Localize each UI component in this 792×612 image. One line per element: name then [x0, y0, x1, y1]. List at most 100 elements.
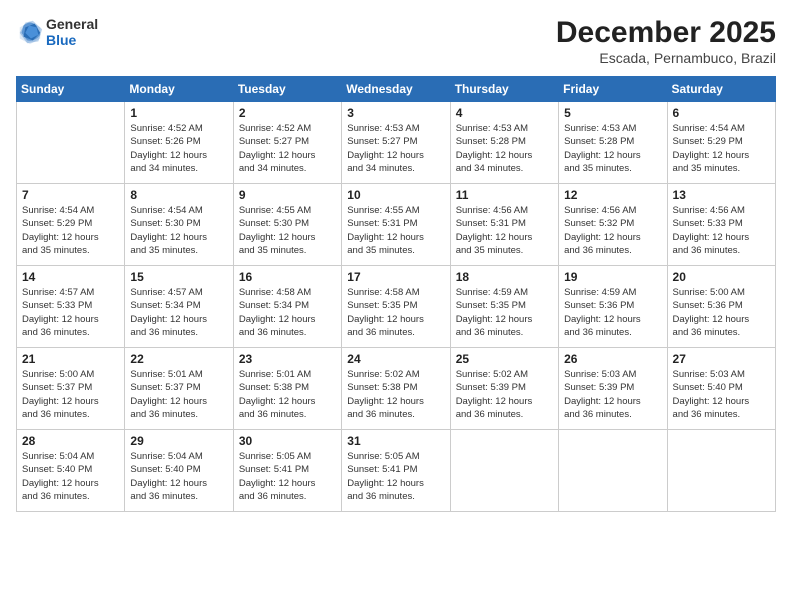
calendar-cell: 24 Sunrise: 5:02 AM Sunset: 5:38 PM Dayli…: [342, 348, 450, 430]
calendar-cell: 8 Sunrise: 4:54 AM Sunset: 5:30 PM Daylig…: [125, 184, 233, 266]
week-row-1: 1Sunrise: 4:52 AM Sunset: 5:26 PM Daylig…: [17, 102, 776, 184]
day-info: Sunrise: 4:54 AM Sunset: 5:30 PM Dayligh…: [130, 204, 227, 257]
day-info: Sunrise: 4:59 AM Sunset: 5:35 PM Dayligh…: [456, 286, 553, 339]
calendar-cell: [17, 102, 125, 184]
day-info: Sunrise: 4:52 AM Sunset: 5:27 PM Dayligh…: [239, 122, 336, 175]
day-info: Sunrise: 4:53 AM Sunset: 5:28 PM Dayligh…: [564, 122, 661, 175]
day-info: Sunrise: 4:56 AM Sunset: 5:31 PM Dayligh…: [456, 204, 553, 257]
day-number: 20: [673, 270, 770, 284]
day-info: Sunrise: 4:53 AM Sunset: 5:28 PM Dayligh…: [456, 122, 553, 175]
day-number: 29: [130, 434, 227, 448]
logo-text: General Blue: [46, 16, 98, 48]
calendar-cell: 30Sunrise: 5:05 AM Sunset: 5:41 PM Dayli…: [233, 430, 341, 512]
day-number: 3: [347, 106, 444, 120]
calendar-cell: 7 Sunrise: 4:54 AM Sunset: 5:29 PM Daylig…: [17, 184, 125, 266]
day-number: 25: [456, 352, 553, 366]
day-number: 6: [673, 106, 770, 120]
day-number: 19: [564, 270, 661, 284]
day-number: 9: [239, 188, 336, 202]
week-row-5: 28 Sunrise: 5:04 AM Sunset: 5:40 PM Dayli…: [17, 430, 776, 512]
day-number: 17: [347, 270, 444, 284]
calendar-cell: 18 Sunrise: 4:59 AM Sunset: 5:35 PM Dayli…: [450, 266, 558, 348]
calendar-cell: 20 Sunrise: 5:00 AM Sunset: 5:36 PM Dayli…: [667, 266, 775, 348]
day-info: Sunrise: 5:00 AM Sunset: 5:36 PM Dayligh…: [673, 286, 770, 339]
col-friday: Friday: [559, 77, 667, 102]
calendar-cell: 27Sunrise: 5:03 AM Sunset: 5:40 PM Dayli…: [667, 348, 775, 430]
day-number: 28: [22, 434, 119, 448]
calendar-cell: 10Sunrise: 4:55 AM Sunset: 5:31 PM Dayli…: [342, 184, 450, 266]
day-info: Sunrise: 5:01 AM Sunset: 5:37 PM Dayligh…: [130, 368, 227, 421]
col-sunday: Sunday: [17, 77, 125, 102]
day-number: 8: [130, 188, 227, 202]
day-number: 5: [564, 106, 661, 120]
calendar-cell: 6 Sunrise: 4:54 AM Sunset: 5:29 PM Daylig…: [667, 102, 775, 184]
day-info: Sunrise: 4:56 AM Sunset: 5:32 PM Dayligh…: [564, 204, 661, 257]
col-tuesday: Tuesday: [233, 77, 341, 102]
day-number: 13: [673, 188, 770, 202]
day-number: 4: [456, 106, 553, 120]
calendar-cell: 16Sunrise: 4:58 AM Sunset: 5:34 PM Dayli…: [233, 266, 341, 348]
day-info: Sunrise: 4:54 AM Sunset: 5:29 PM Dayligh…: [673, 122, 770, 175]
calendar-cell: 17 Sunrise: 4:58 AM Sunset: 5:35 PM Dayli…: [342, 266, 450, 348]
calendar-cell: 2 Sunrise: 4:52 AM Sunset: 5:27 PM Daylig…: [233, 102, 341, 184]
col-wednesday: Wednesday: [342, 77, 450, 102]
day-info: Sunrise: 4:55 AM Sunset: 5:30 PM Dayligh…: [239, 204, 336, 257]
day-number: 22: [130, 352, 227, 366]
day-info: Sunrise: 5:02 AM Sunset: 5:38 PM Dayligh…: [347, 368, 444, 421]
week-row-3: 14 Sunrise: 4:57 AM Sunset: 5:33 PM Dayli…: [17, 266, 776, 348]
logo: General Blue: [16, 16, 98, 48]
calendar-cell: 9 Sunrise: 4:55 AM Sunset: 5:30 PM Daylig…: [233, 184, 341, 266]
day-number: 18: [456, 270, 553, 284]
day-number: 21: [22, 352, 119, 366]
day-info: Sunrise: 5:00 AM Sunset: 5:37 PM Dayligh…: [22, 368, 119, 421]
calendar-cell: 5 Sunrise: 4:53 AM Sunset: 5:28 PM Daylig…: [559, 102, 667, 184]
day-number: 16: [239, 270, 336, 284]
calendar-cell: 22 Sunrise: 5:01 AM Sunset: 5:37 PM Dayli…: [125, 348, 233, 430]
calendar-cell: [667, 430, 775, 512]
day-info: Sunrise: 5:04 AM Sunset: 5:40 PM Dayligh…: [22, 450, 119, 503]
col-saturday: Saturday: [667, 77, 775, 102]
calendar-cell: [450, 430, 558, 512]
calendar-cell: 13 Sunrise: 4:56 AM Sunset: 5:33 PM Dayli…: [667, 184, 775, 266]
calendar-cell: 4 Sunrise: 4:53 AM Sunset: 5:28 PM Daylig…: [450, 102, 558, 184]
col-monday: Monday: [125, 77, 233, 102]
day-number: 2: [239, 106, 336, 120]
day-number: 12: [564, 188, 661, 202]
day-number: 24: [347, 352, 444, 366]
calendar-cell: 15Sunrise: 4:57 AM Sunset: 5:34 PM Dayli…: [125, 266, 233, 348]
title-block: December 2025 Escada, Pernambuco, Brazil: [556, 16, 776, 66]
day-number: 11: [456, 188, 553, 202]
calendar-cell: 19 Sunrise: 4:59 AM Sunset: 5:36 PM Dayli…: [559, 266, 667, 348]
calendar-cell: 3 Sunrise: 4:53 AM Sunset: 5:27 PM Daylig…: [342, 102, 450, 184]
day-info: Sunrise: 4:55 AM Sunset: 5:31 PM Dayligh…: [347, 204, 444, 257]
calendar-cell: [559, 430, 667, 512]
calendar-cell: 28 Sunrise: 5:04 AM Sunset: 5:40 PM Dayli…: [17, 430, 125, 512]
week-row-4: 21 Sunrise: 5:00 AM Sunset: 5:37 PM Dayli…: [17, 348, 776, 430]
calendar-cell: 23 Sunrise: 5:01 AM Sunset: 5:38 PM Dayli…: [233, 348, 341, 430]
day-info: Sunrise: 4:53 AM Sunset: 5:27 PM Dayligh…: [347, 122, 444, 175]
calendar-cell: 14 Sunrise: 4:57 AM Sunset: 5:33 PM Dayli…: [17, 266, 125, 348]
day-info: Sunrise: 5:02 AM Sunset: 5:39 PM Dayligh…: [456, 368, 553, 421]
calendar-cell: 29Sunrise: 5:04 AM Sunset: 5:40 PM Dayli…: [125, 430, 233, 512]
calendar-cell: 31 Sunrise: 5:05 AM Sunset: 5:41 PM Dayli…: [342, 430, 450, 512]
day-info: Sunrise: 4:59 AM Sunset: 5:36 PM Dayligh…: [564, 286, 661, 339]
day-info: Sunrise: 4:57 AM Sunset: 5:33 PM Dayligh…: [22, 286, 119, 339]
calendar-cell: 12 Sunrise: 4:56 AM Sunset: 5:32 PM Dayli…: [559, 184, 667, 266]
day-info: Sunrise: 5:05 AM Sunset: 5:41 PM Dayligh…: [347, 450, 444, 503]
day-info: Sunrise: 4:58 AM Sunset: 5:35 PM Dayligh…: [347, 286, 444, 339]
day-number: 26: [564, 352, 661, 366]
day-number: 30: [239, 434, 336, 448]
calendar-header-row: Sunday Monday Tuesday Wednesday Thursday…: [17, 77, 776, 102]
day-number: 23: [239, 352, 336, 366]
day-number: 14: [22, 270, 119, 284]
day-number: 7: [22, 188, 119, 202]
day-info: Sunrise: 4:54 AM Sunset: 5:29 PM Dayligh…: [22, 204, 119, 257]
calendar-table: Sunday Monday Tuesday Wednesday Thursday…: [16, 76, 776, 512]
calendar-cell: 1Sunrise: 4:52 AM Sunset: 5:26 PM Daylig…: [125, 102, 233, 184]
day-number: 31: [347, 434, 444, 448]
day-info: Sunrise: 5:01 AM Sunset: 5:38 PM Dayligh…: [239, 368, 336, 421]
day-info: Sunrise: 4:57 AM Sunset: 5:34 PM Dayligh…: [130, 286, 227, 339]
calendar-cell: 25 Sunrise: 5:02 AM Sunset: 5:39 PM Dayli…: [450, 348, 558, 430]
day-info: Sunrise: 4:56 AM Sunset: 5:33 PM Dayligh…: [673, 204, 770, 257]
location: Escada, Pernambuco, Brazil: [556, 50, 776, 66]
